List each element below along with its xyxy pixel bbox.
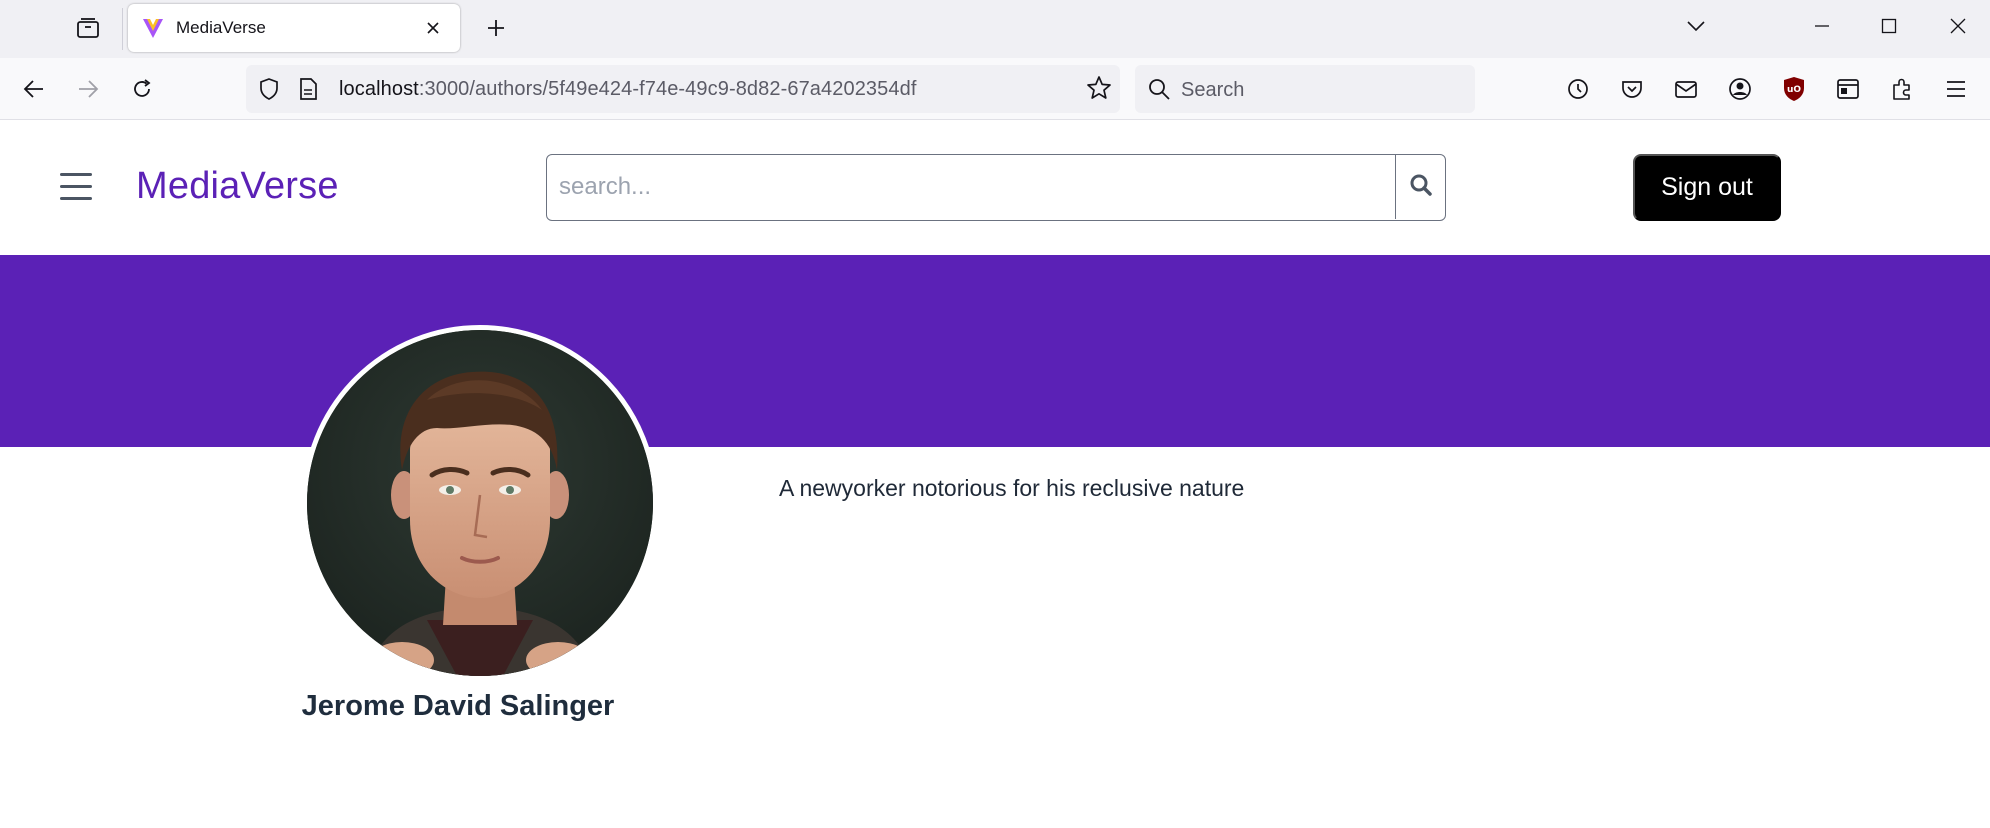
url-host: localhost [339,78,419,100]
browser-nav-bar: localhost:3000/authors/5f49e424-f74e-49c… [0,58,1990,120]
extensions-icon[interactable] [1884,71,1920,107]
mail-icon[interactable] [1668,71,1704,107]
browser-search-bar[interactable]: Search [1135,65,1475,113]
author-bio: A newyorker notorious for his reclusive … [779,475,1245,501]
avatar-portrait [307,330,653,676]
shield-icon[interactable] [258,77,280,106]
svg-text:uO: uO [1787,85,1801,95]
plus-icon[interactable] [478,10,514,46]
history-icon[interactable] [1560,71,1596,107]
chevron-down-icon[interactable] [1674,8,1718,44]
container-icon[interactable] [1830,71,1866,107]
search-input[interactable] [547,155,1397,219]
address-bar[interactable]: localhost:3000/authors/5f49e424-f74e-49c… [246,65,1120,113]
site-header: MediaVerse Sign out [0,121,1990,255]
close-icon[interactable] [420,15,446,41]
tab-title: MediaVerse [176,18,266,37]
browser-search-placeholder: Search [1181,79,1245,101]
ublock-icon[interactable]: uO [1776,71,1812,107]
author-avatar [302,325,658,681]
browser-tab-bar: MediaVerse [0,0,1990,58]
minimize-icon[interactable] [1800,8,1844,44]
search-icon [1409,173,1433,202]
site-search [546,154,1446,221]
url-path: :3000/authors/5f49e424-f74e-49c9-8d82-67… [418,78,917,100]
profile-banner [0,255,1990,447]
star-icon[interactable] [1086,75,1112,106]
close-window-icon[interactable] [1936,8,1980,44]
pocket-icon[interactable] [1614,71,1650,107]
tab-list-icon[interactable] [70,10,106,46]
favicon-icon [142,17,164,39]
tab-separator [122,8,123,50]
maximize-icon[interactable] [1867,8,1911,44]
reload-icon[interactable] [124,71,160,107]
forward-icon[interactable] [70,71,106,107]
search-button[interactable] [1395,155,1445,219]
url-text[interactable]: localhost:3000/authors/5f49e424-f74e-49c… [339,78,916,101]
page-icon[interactable] [298,77,318,106]
browser-tab[interactable]: MediaVerse [128,4,460,52]
hamburger-menu-icon[interactable] [60,173,98,203]
brand-logo[interactable]: MediaVerse [136,165,339,208]
menu-icon[interactable] [1938,71,1974,107]
author-name: Jerome David Salinger [301,690,615,722]
account-icon[interactable] [1722,71,1758,107]
back-icon[interactable] [16,71,52,107]
sign-out-button[interactable]: Sign out [1633,154,1781,221]
search-icon [1147,77,1171,106]
